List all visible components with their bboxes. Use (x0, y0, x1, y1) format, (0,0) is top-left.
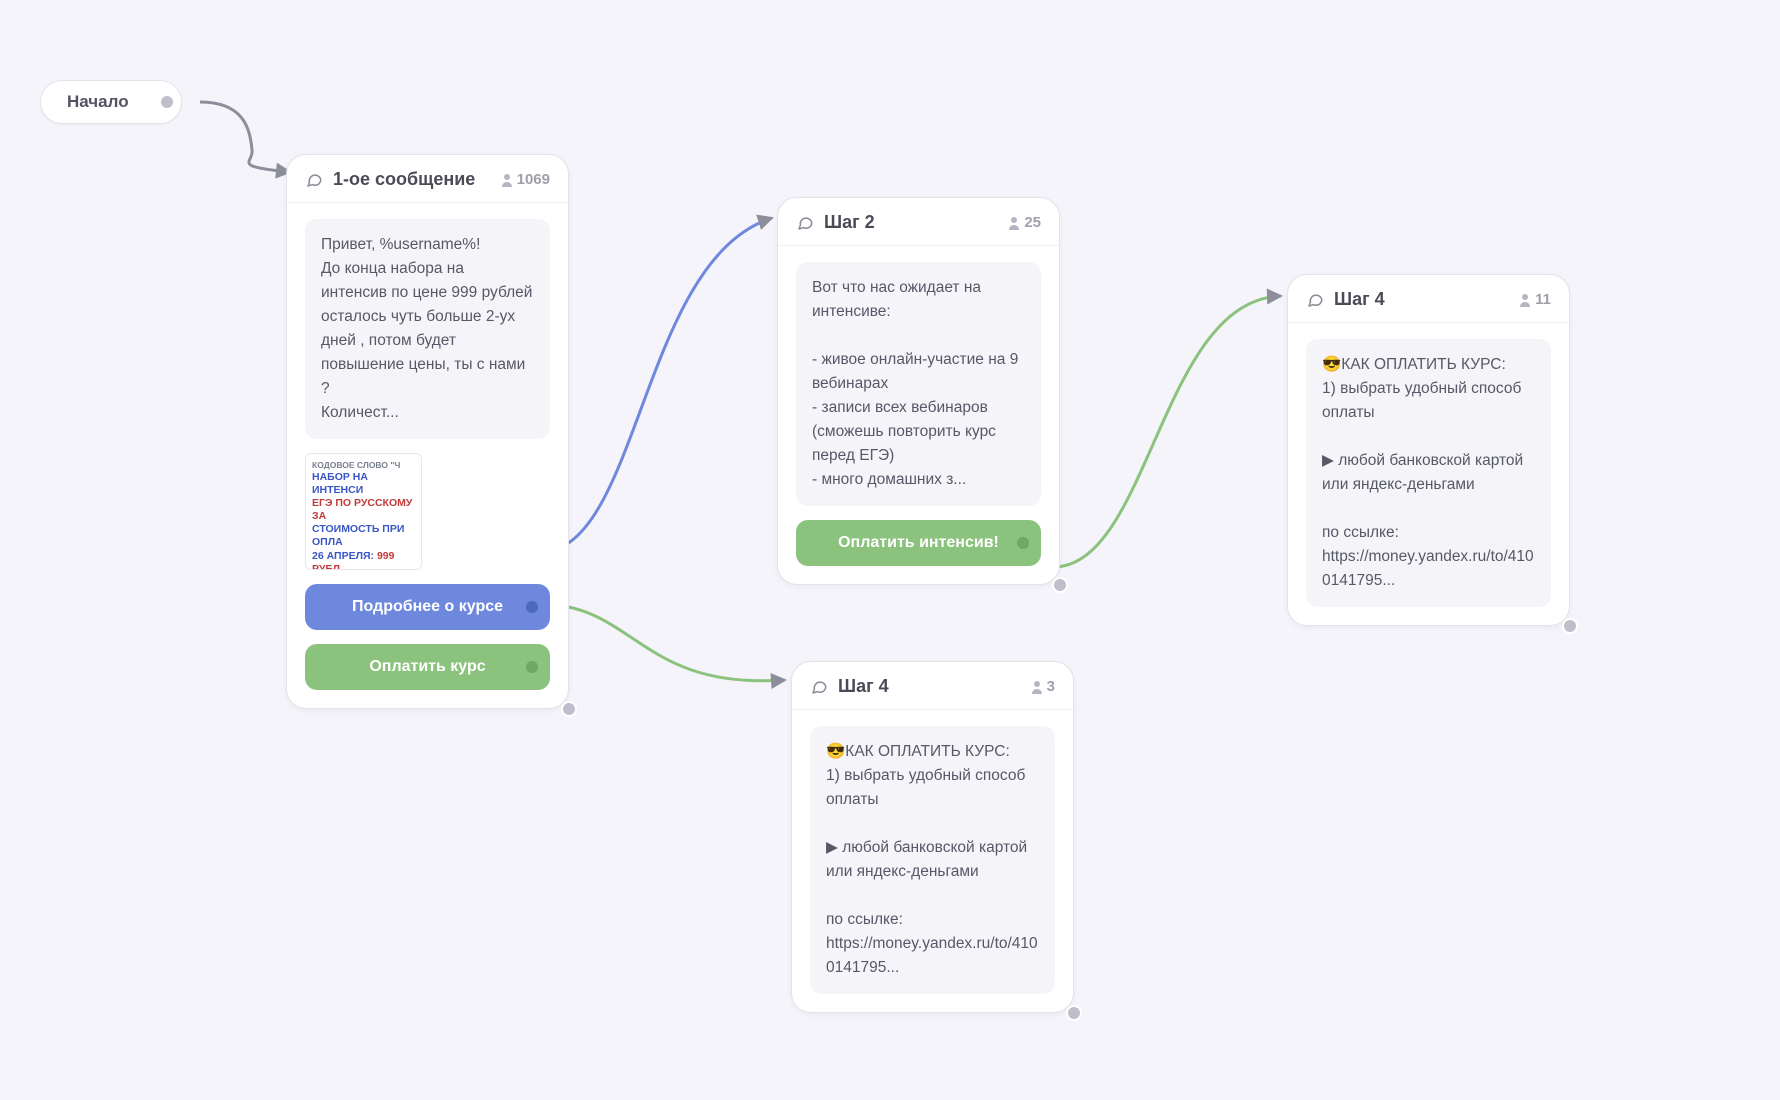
user-count: 3 (1031, 678, 1055, 695)
node-title: Шаг 4 (838, 676, 1031, 697)
port[interactable] (526, 661, 538, 673)
port[interactable] (526, 601, 538, 613)
user-icon (1519, 293, 1531, 307)
flow-node-2[interactable]: Шаг 2 25 Вот что нас ожидает на интенсив… (777, 197, 1060, 585)
user-icon (501, 173, 513, 187)
message-text: 😎КАК ОПЛАТИТЬ КУРС: 1) выбрать удобный с… (810, 726, 1055, 994)
message-text: Вот что нас ожидает на интенсиве: - живо… (796, 262, 1041, 506)
start-node[interactable]: Начало (40, 80, 182, 124)
start-label: Начало (67, 92, 129, 112)
user-count: 1069 (501, 171, 550, 188)
node-header: 1-ое сообщение 1069 (287, 155, 568, 203)
node-title: 1-ое сообщение (333, 169, 501, 190)
node-header: Шаг 4 11 (1288, 275, 1569, 323)
message-text: 😎КАК ОПЛАТИТЬ КУРС: 1) выбрать удобный с… (1306, 339, 1551, 607)
node-title: Шаг 2 (824, 212, 1008, 233)
button-label: Оплатить курс (369, 658, 485, 676)
message-text: Привет, %username%! До конца набора на и… (305, 219, 550, 439)
node-out-port[interactable] (563, 703, 575, 715)
chat-icon (796, 214, 814, 232)
user-icon (1031, 680, 1043, 694)
user-count: 25 (1008, 214, 1041, 231)
button-pay-intensive[interactable]: Оплатить интенсив! (796, 520, 1041, 566)
chat-icon (305, 171, 323, 189)
button-label: Подробнее о курсе (352, 598, 503, 616)
node-header: Шаг 4 3 (792, 662, 1073, 710)
port[interactable] (161, 96, 173, 108)
attachment-thumbnail[interactable]: КОДОВОЕ СЛОВО "Ч НАБОР НА ИНТЕНСИ ЕГЭ ПО… (305, 453, 422, 570)
user-count: 11 (1519, 291, 1551, 308)
chat-icon (1306, 291, 1324, 309)
flow-node-4[interactable]: Шаг 4 3 😎КАК ОПЛАТИТЬ КУРС: 1) выбрать у… (791, 661, 1074, 1013)
user-icon (1008, 216, 1020, 230)
flow-node-3[interactable]: Шаг 4 11 😎КАК ОПЛАТИТЬ КУРС: 1) выбрать … (1287, 274, 1570, 626)
node-out-port[interactable] (1068, 1007, 1080, 1019)
node-header: Шаг 2 25 (778, 198, 1059, 246)
chat-icon (810, 678, 828, 696)
button-more-about-course[interactable]: Подробнее о курсе (305, 584, 550, 630)
node-out-port[interactable] (1054, 579, 1066, 591)
button-label: Оплатить интенсив! (838, 534, 999, 552)
port[interactable] (1017, 537, 1029, 549)
node-out-port[interactable] (1564, 620, 1576, 632)
button-pay-course[interactable]: Оплатить курс (305, 644, 550, 690)
flow-node-1[interactable]: 1-ое сообщение 1069 Привет, %username%! … (286, 154, 569, 709)
node-title: Шаг 4 (1334, 289, 1519, 310)
